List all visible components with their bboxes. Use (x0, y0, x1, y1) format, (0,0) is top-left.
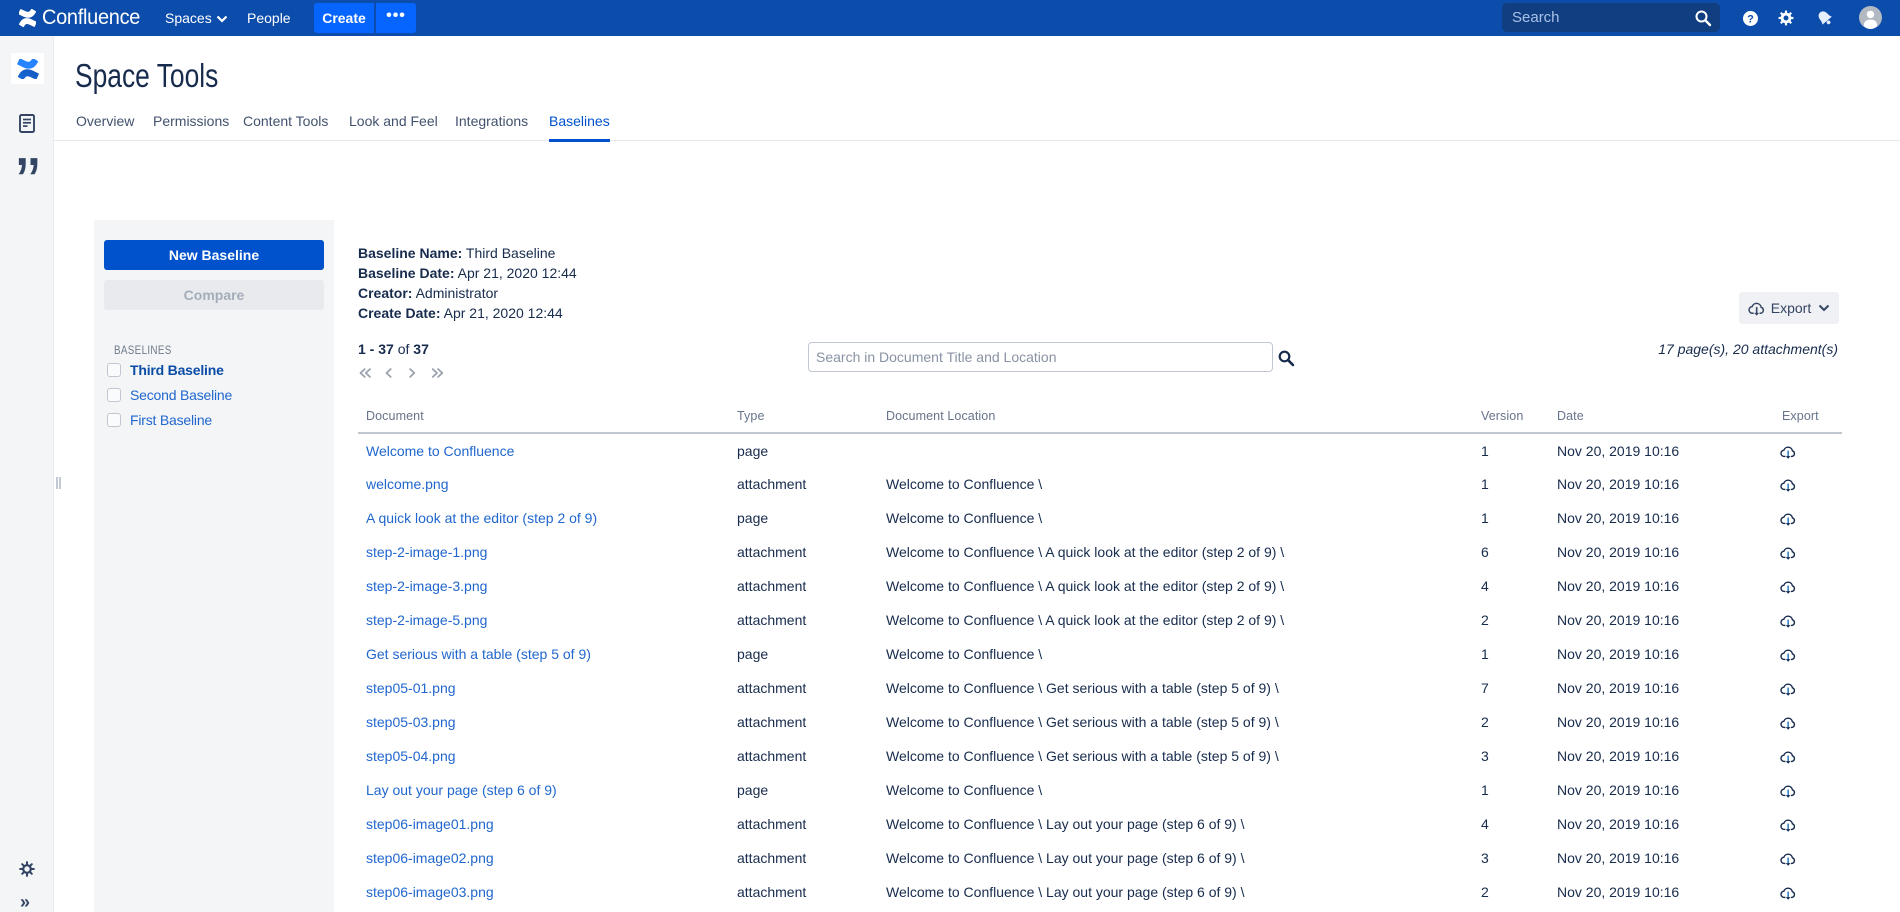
svg-text:?: ? (1747, 13, 1754, 25)
